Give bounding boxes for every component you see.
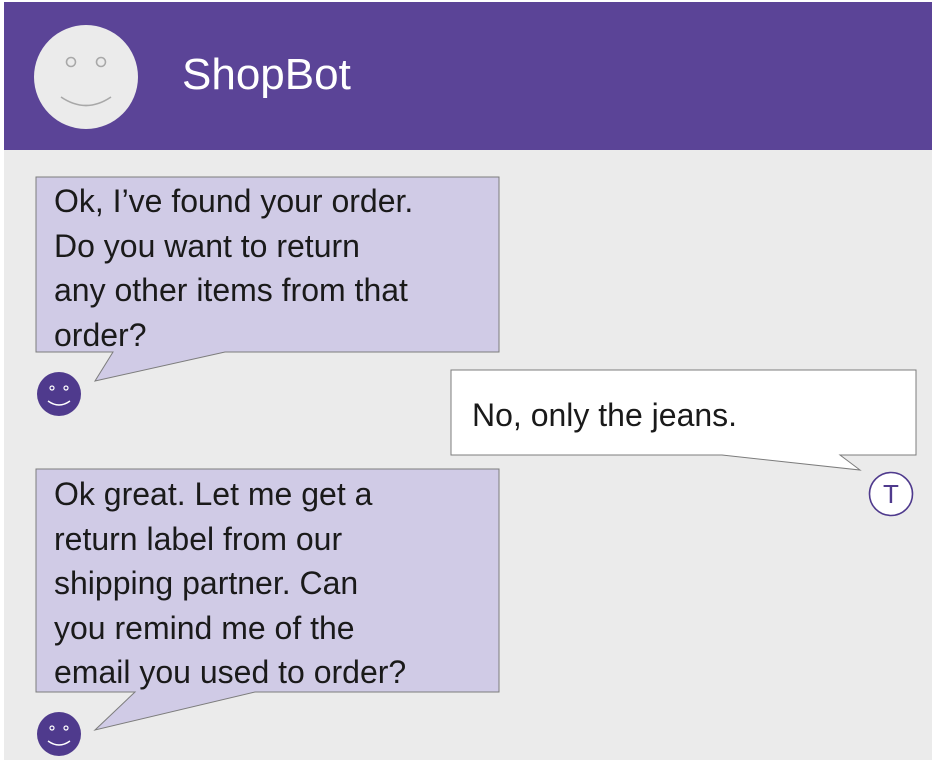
user-message-text: No, only the jeans.	[472, 397, 738, 433]
chat-title: ShopBot	[182, 50, 351, 99]
user-avatar-icon: T	[868, 471, 914, 517]
chat-window: ShopBot Ok, I’ve found your order. Do yo…	[4, 2, 932, 760]
user-avatar-initial: T	[883, 479, 899, 509]
bot-message-text: Ok, I’ve found your order. Do you want t…	[54, 183, 414, 353]
bot-avatar-icon	[37, 372, 81, 416]
bot-message-text: Ok great. Let me get a return label from…	[54, 476, 407, 690]
bot-smiley-avatar-icon	[34, 25, 138, 129]
chat-header: ShopBot	[4, 2, 932, 150]
bot-avatar-icon	[37, 712, 81, 756]
